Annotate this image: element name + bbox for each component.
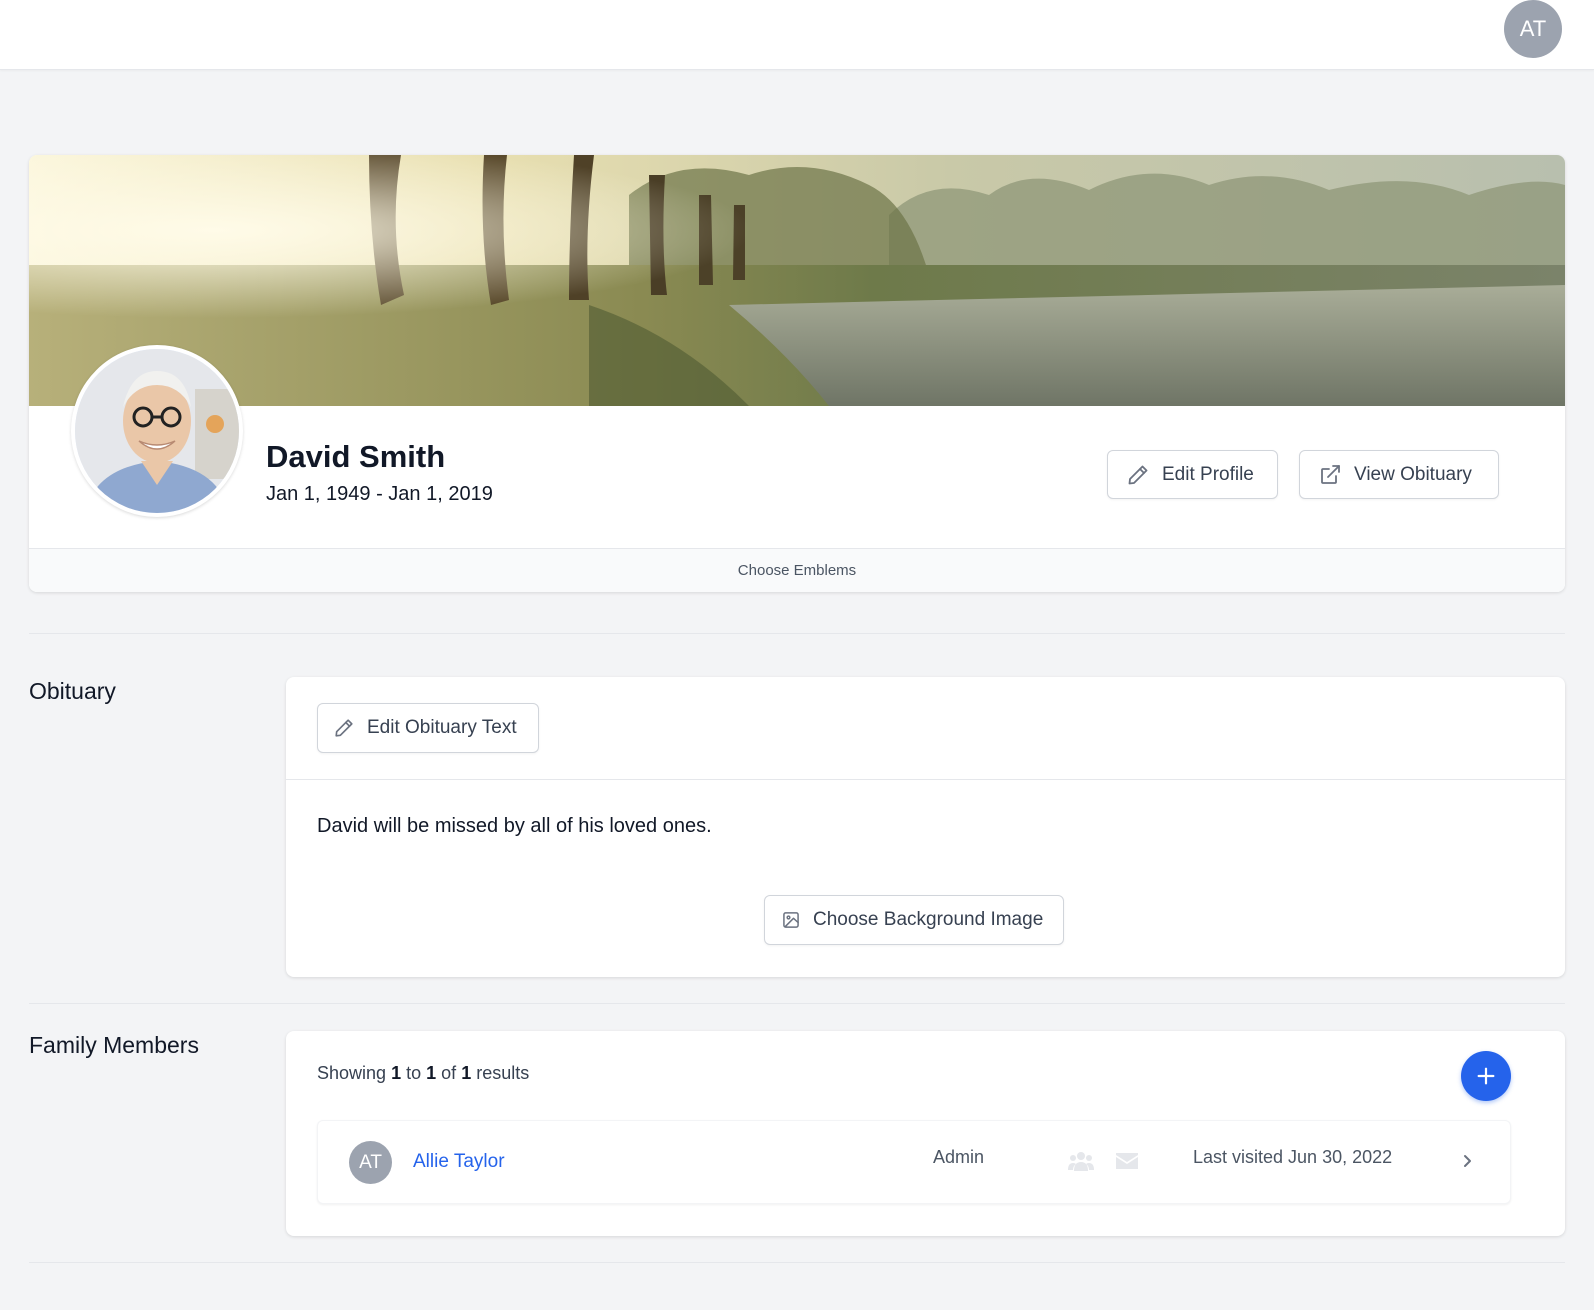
choose-background-image-button[interactable]: Choose Background Image [764,895,1064,945]
pencil-icon [335,719,353,737]
choose-background-image-label: Choose Background Image [813,909,1044,930]
section-divider [29,1262,1565,1263]
results-summary: Showing 1 to 1 of 1 results [317,1063,530,1083]
chevron-right-icon[interactable] [1458,1151,1476,1171]
family-members-section-title: Family Members [29,1032,199,1058]
user-avatar-button[interactable]: AT [1504,0,1562,58]
edit-obituary-text-label: Edit Obituary Text [367,717,517,738]
family-members-panel: Showing 1 to 1 of 1 results AT Allie Tay… [286,1031,1565,1236]
profile-photo [71,345,243,517]
image-icon [783,912,799,928]
section-divider [29,633,1565,634]
family-member-row[interactable]: AT Allie Taylor Admin Last visited Jun 3… [317,1120,1511,1204]
obituary-panel: Edit Obituary Text David will be missed … [286,677,1565,977]
top-navigation-bar: AT [0,0,1594,70]
users-icon [1068,1152,1094,1171]
member-last-visited: Last visited Jun 30, 2022 [1193,1147,1393,1167]
view-obituary-label: View Obituary [1354,463,1472,485]
edit-obituary-text-button[interactable]: Edit Obituary Text [317,703,539,753]
deceased-name: David Smith [266,439,446,474]
mail-icon [1116,1153,1138,1169]
add-family-member-button[interactable] [1461,1051,1511,1101]
edit-profile-button[interactable]: Edit Profile [1107,450,1278,499]
view-obituary-button[interactable]: View Obituary [1299,450,1499,499]
obituary-text: David will be missed by all of his loved… [317,815,712,837]
life-dates: Jan 1, 1949 - Jan 1, 2019 [266,483,493,505]
member-role: Admin [933,1147,985,1167]
profile-card: David Smith Jan 1, 1949 - Jan 1, 2019 Ed… [29,155,1565,592]
pencil-icon [1128,465,1148,484]
plus-icon [1477,1067,1495,1085]
edit-profile-label: Edit Profile [1162,463,1254,485]
member-name-link[interactable]: Allie Taylor [413,1151,505,1173]
member-avatar: AT [349,1141,392,1184]
obituary-section-title: Obituary [29,678,116,704]
section-divider [29,1003,1565,1004]
obituary-panel-header: Edit Obituary Text [286,677,1565,780]
choose-emblems-button[interactable]: Choose Emblems [29,548,1565,592]
external-link-icon [1321,464,1340,484]
cover-banner-image [29,155,1565,406]
